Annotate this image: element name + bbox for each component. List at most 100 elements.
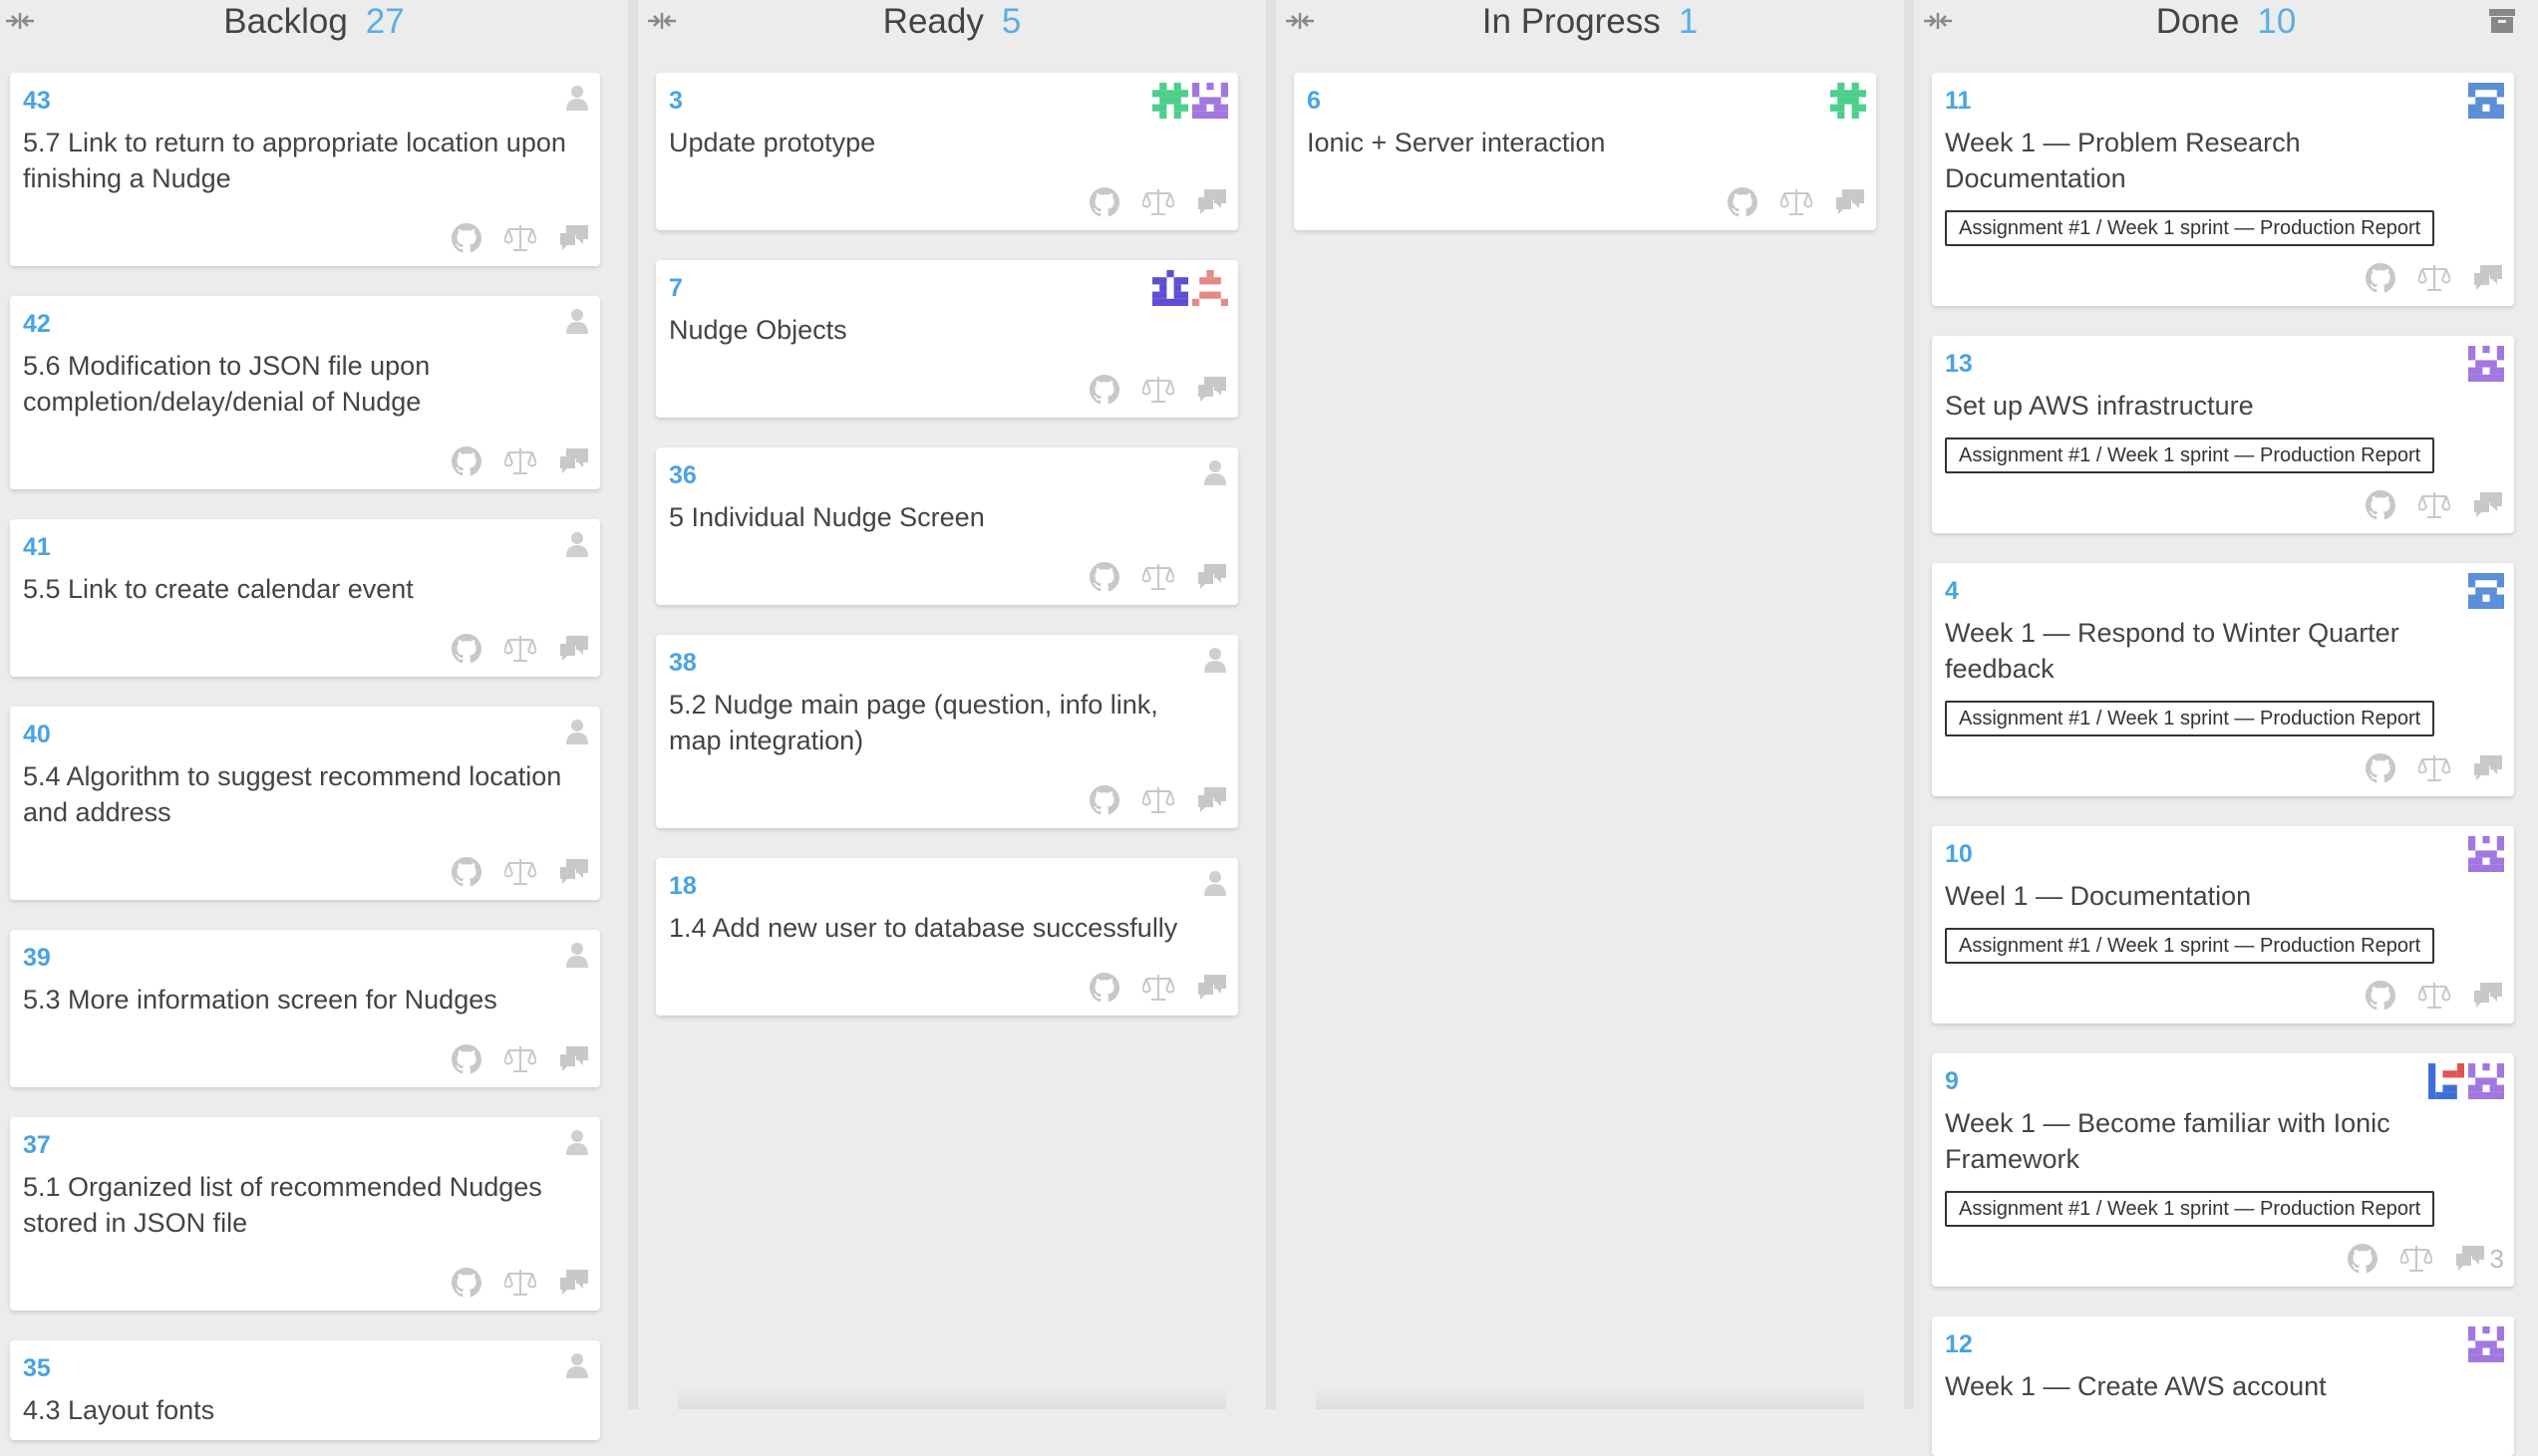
comment-icon[interactable] — [558, 1268, 590, 1298]
user-icon[interactable] — [1204, 870, 1226, 896]
scale-icon[interactable] — [1142, 785, 1174, 815]
issue-title[interactable]: 5.7 Link to return to appropriate locati… — [23, 125, 574, 196]
user-icon[interactable] — [566, 1352, 588, 1378]
comment-count[interactable]: 3 — [2490, 1244, 2504, 1275]
issue-card[interactable]: 38 5.2 Nudge main page (question, info l… — [656, 635, 1238, 828]
issue-title[interactable]: 5.4 Algorithm to suggest recommend locat… — [23, 758, 574, 830]
issue-title[interactable]: Ionic + Server interaction — [1307, 125, 1850, 160]
identicon-avatar[interactable] — [2468, 1063, 2504, 1099]
comment-icon[interactable] — [2472, 981, 2504, 1011]
issue-title[interactable]: Weel 1 — Documentation — [1945, 878, 2488, 914]
comment-icon[interactable] — [1834, 187, 1866, 217]
user-icon[interactable] — [566, 85, 588, 111]
issue-card[interactable]: 4 Week 1 — Respond to Winter Quarter fee… — [1932, 563, 2514, 796]
issue-number[interactable]: 11 — [1945, 87, 1971, 116]
comment-icon[interactable] — [1196, 187, 1228, 217]
github-icon[interactable] — [1727, 187, 1758, 217]
scale-icon[interactable] — [1142, 562, 1174, 592]
issue-title[interactable]: 4.3 Layout fonts — [23, 1392, 574, 1428]
issue-number[interactable]: 12 — [1945, 1330, 1973, 1359]
issue-number[interactable]: 39 — [23, 944, 51, 973]
github-icon[interactable] — [451, 634, 482, 664]
identicon-avatar[interactable] — [2468, 83, 2504, 119]
issue-number[interactable]: 40 — [23, 721, 51, 749]
issue-title[interactable]: 5.5 Link to create calendar event — [23, 571, 574, 607]
issue-number[interactable]: 42 — [23, 310, 51, 339]
issue-card[interactable]: 7 Nudge Objects — [656, 260, 1238, 418]
github-icon[interactable] — [2365, 753, 2396, 783]
user-icon[interactable] — [1204, 647, 1226, 673]
issue-card[interactable]: 6 Ionic + Server interaction — [1294, 73, 1876, 230]
comment-icon[interactable] — [558, 634, 590, 664]
scale-icon[interactable] — [2400, 1244, 2432, 1274]
issue-title[interactable]: 5.1 Organized list of recommended Nudges… — [23, 1169, 574, 1241]
issue-card[interactable]: 42 5.6 Modification to JSON file upon co… — [10, 296, 600, 489]
issue-title[interactable]: Set up AWS infrastructure — [1945, 388, 2488, 424]
issue-card[interactable]: 41 5.5 Link to create calendar event — [10, 519, 600, 677]
github-icon[interactable] — [1089, 785, 1120, 815]
issue-card[interactable]: 10 Weel 1 — Documentation Assignment #1 … — [1932, 826, 2514, 1023]
identicon-avatar[interactable] — [2468, 573, 2504, 609]
github-icon[interactable] — [2365, 981, 2396, 1011]
scale-icon[interactable] — [504, 857, 536, 887]
github-icon[interactable] — [1089, 187, 1120, 217]
issue-number[interactable]: 3 — [669, 87, 683, 116]
comment-icon[interactable] — [1196, 375, 1228, 405]
github-icon[interactable] — [451, 446, 482, 476]
issue-number[interactable]: 43 — [23, 87, 51, 116]
issue-title[interactable]: 5.3 More information screen for Nudges — [23, 982, 574, 1018]
scale-icon[interactable] — [1142, 375, 1174, 405]
identicon-avatar[interactable] — [1192, 270, 1228, 306]
issue-title[interactable]: 5.6 Modification to JSON file upon compl… — [23, 348, 574, 420]
comment-icon[interactable] — [2472, 263, 2504, 293]
scale-icon[interactable] — [504, 223, 536, 253]
issue-card[interactable]: 12 Week 1 — Create AWS account — [1932, 1316, 2514, 1456]
comment-icon[interactable] — [558, 857, 590, 887]
issue-title[interactable]: 5.2 Nudge main page (question, info link… — [669, 687, 1212, 758]
scale-icon[interactable] — [504, 446, 536, 476]
issue-card[interactable]: 37 5.1 Organized list of recommended Nud… — [10, 1117, 600, 1310]
scale-icon[interactable] — [504, 634, 536, 664]
issue-number[interactable]: 13 — [1945, 350, 1973, 379]
issue-card[interactable]: 13 Set up AWS infrastructure Assignment … — [1932, 336, 2514, 533]
issue-card[interactable]: 43 5.7 Link to return to appropriate loc… — [10, 73, 600, 266]
archive-icon[interactable] — [2488, 8, 2516, 34]
user-icon[interactable] — [566, 531, 588, 557]
issue-number[interactable]: 38 — [669, 649, 697, 678]
comment-icon[interactable] — [1196, 973, 1228, 1003]
identicon-avatar[interactable] — [1830, 83, 1866, 119]
issue-number[interactable]: 6 — [1307, 87, 1321, 116]
issue-card[interactable]: 18 1.4 Add new user to database successf… — [656, 858, 1238, 1016]
issue-title[interactable]: 5 Individual Nudge Screen — [669, 499, 1212, 535]
issue-card[interactable]: 3 Update prototype — [656, 73, 1238, 230]
milestone-label[interactable]: Assignment #1 / Week 1 sprint — Producti… — [1945, 701, 2435, 736]
comment-icon[interactable] — [1196, 785, 1228, 815]
issue-number[interactable]: 7 — [669, 274, 683, 303]
issue-card[interactable]: 9 Week 1 — Become familiar with Ionic Fr… — [1932, 1053, 2514, 1287]
issue-number[interactable]: 36 — [669, 461, 697, 490]
issue-title[interactable]: Week 1 — Respond to Winter Quarter feedb… — [1945, 615, 2488, 687]
issue-card[interactable]: 39 5.3 More information screen for Nudge… — [10, 930, 600, 1087]
milestone-label[interactable]: Assignment #1 / Week 1 sprint — Producti… — [1945, 210, 2435, 246]
issue-number[interactable]: 35 — [23, 1354, 51, 1383]
github-icon[interactable] — [2365, 263, 2396, 293]
github-icon[interactable] — [1089, 973, 1120, 1003]
issue-title[interactable]: Week 1 — Become familiar with Ionic Fram… — [1945, 1105, 2488, 1177]
issue-card[interactable]: 11 Week 1 — Problem Research Documentati… — [1932, 73, 2514, 306]
github-icon[interactable] — [451, 1268, 482, 1298]
scale-icon[interactable] — [2418, 981, 2450, 1011]
issue-number[interactable]: 9 — [1945, 1067, 1959, 1096]
identicon-avatar[interactable] — [2428, 1063, 2464, 1099]
issue-number[interactable]: 4 — [1945, 577, 1959, 606]
issue-title[interactable]: Update prototype — [669, 125, 1212, 160]
issue-card[interactable]: 40 5.4 Algorithm to suggest recommend lo… — [10, 707, 600, 900]
comment-icon[interactable] — [558, 223, 590, 253]
github-icon[interactable] — [1089, 375, 1120, 405]
collapse-icon[interactable] — [4, 10, 36, 32]
comment-icon[interactable] — [2472, 753, 2504, 783]
scale-icon[interactable] — [2418, 753, 2450, 783]
scale-icon[interactable] — [2418, 490, 2450, 520]
identicon-avatar[interactable] — [1192, 83, 1228, 119]
issue-card[interactable]: 36 5 Individual Nudge Screen — [656, 447, 1238, 605]
issue-card[interactable]: 35 4.3 Layout fonts — [10, 1340, 600, 1440]
